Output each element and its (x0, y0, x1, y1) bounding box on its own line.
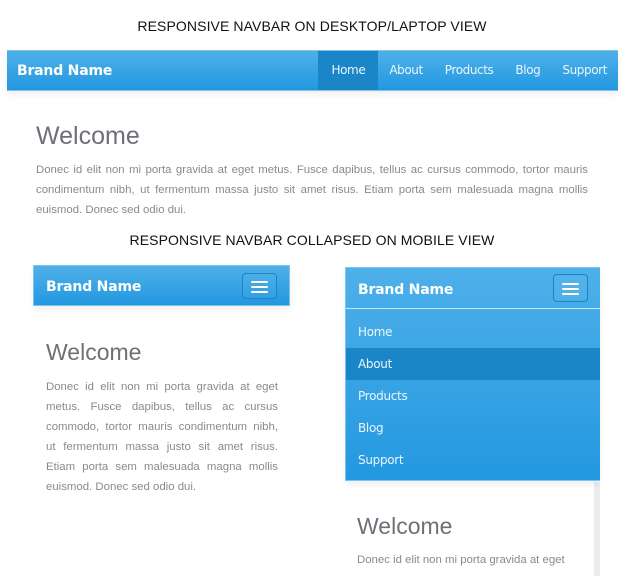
brand-link[interactable]: Brand Name (358, 282, 453, 298)
menu-toggle-button[interactable] (242, 273, 277, 299)
nav-item-about[interactable]: About (346, 348, 600, 380)
page-heading: Welcome (36, 122, 140, 150)
nav-item-blog[interactable]: Blog (346, 412, 600, 444)
desktop-nav-menu: Home About Products Blog Support (318, 51, 618, 90)
nav-item-about[interactable]: About (378, 51, 433, 90)
hamburger-menu-icon (562, 283, 579, 298)
page-heading: Welcome (357, 513, 453, 539)
mobile-navbar-collapsed: Brand Name (33, 265, 290, 306)
nav-item-support[interactable]: Support (346, 444, 600, 476)
menu-divider (346, 308, 600, 309)
page-heading: Welcome (46, 339, 142, 365)
nav-item-blog[interactable]: Blog (504, 51, 551, 90)
brand-link[interactable]: Brand Name (17, 63, 112, 79)
brand-link[interactable]: Brand Name (46, 279, 141, 295)
scrollbar[interactable] (594, 482, 600, 576)
hamburger-menu-icon (251, 281, 268, 296)
desktop-content: Welcome Donec id elit non mi porta gravi… (36, 122, 588, 220)
mobile-navbar-expanded: Brand Name Home About Products Blog Supp… (345, 267, 600, 481)
mobile-view-caption: RESPONSIVE NAVBAR COLLAPSED ON MOBILE VI… (129, 232, 495, 248)
nav-item-products[interactable]: Products (346, 380, 600, 412)
page-body-text: Donec id elit non mi porta gravida at eg… (357, 554, 565, 566)
nav-item-home[interactable]: Home (346, 316, 600, 348)
page-body-text: Donec id elit non mi porta gravida at eg… (46, 381, 278, 493)
menu-toggle-button[interactable] (553, 274, 588, 302)
nav-item-products[interactable]: Products (434, 51, 505, 90)
mobile-nav-menu: Home About Products Blog Support (346, 316, 600, 476)
nav-item-home[interactable]: Home (318, 51, 379, 90)
mobile-collapsed-content: Welcome Donec id elit non mi porta gravi… (46, 339, 278, 497)
desktop-view-caption: RESPONSIVE NAVBAR ON DESKTOP/LAPTOP VIEW (137, 18, 487, 34)
nav-item-support[interactable]: Support (551, 51, 618, 90)
page-body-text: Donec id elit non mi porta gravida at eg… (36, 164, 588, 216)
mobile-expanded-content: Welcome Donec id elit non mi porta gravi… (357, 513, 589, 570)
desktop-navbar: Brand Name Home About Products Blog Supp… (7, 50, 618, 91)
